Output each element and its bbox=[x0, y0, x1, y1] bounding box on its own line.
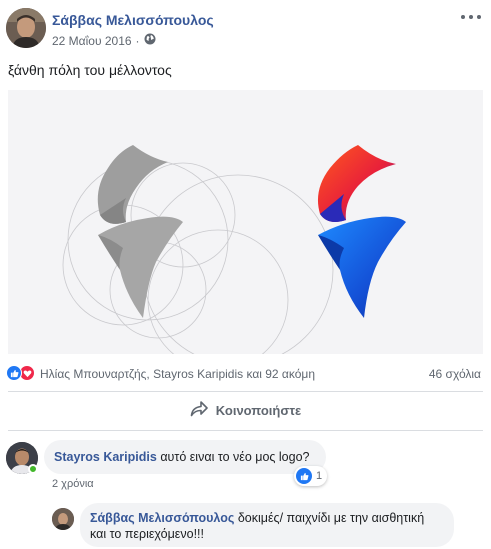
post-author-name[interactable]: Σάββας Μελισσόπουλος bbox=[52, 12, 214, 28]
share-label: Κοινοποιήστε bbox=[215, 402, 302, 418]
reply-text-line2: και το περιεχόμενο!!! bbox=[90, 527, 204, 541]
post-header: Σάββας Μελισσόπουλος 22 Μαΐου 2016 · bbox=[0, 0, 491, 56]
more-options-icon[interactable] bbox=[461, 10, 481, 24]
reply-text-line1: δοκιμές/ παιχνίδι με την αισθητική bbox=[237, 511, 425, 525]
reply-author-avatar[interactable] bbox=[52, 508, 74, 530]
reply-author[interactable]: Σάββας Μελισσόπουλος bbox=[90, 511, 234, 525]
like-reaction-icon bbox=[296, 468, 312, 484]
globe-icon bbox=[144, 33, 156, 48]
reply-bubble: Σάββας Μελισσόπουλος δοκιμές/ παιχνίδι μ… bbox=[80, 503, 454, 547]
online-status-dot bbox=[28, 464, 38, 474]
post-meta: 22 Μαΐου 2016 · bbox=[52, 33, 156, 48]
author-avatar[interactable] bbox=[6, 8, 46, 48]
reactions-bar: Ηλίας Μπουναρτζής, Stayros Karipidis και… bbox=[0, 362, 491, 384]
comment-like-badge[interactable]: 1 bbox=[294, 466, 328, 486]
post-date[interactable]: 22 Μαΐου 2016 bbox=[52, 34, 132, 48]
comment: Stayros Karipidis αυτό ειναι το νέο μος … bbox=[0, 436, 491, 496]
post-text: ξάνθη πόλη του μέλλοντος bbox=[8, 62, 172, 78]
divider bbox=[8, 391, 483, 392]
reaction-icons[interactable] bbox=[6, 365, 38, 381]
comment-text: αυτό ειναι το νέο μος logo? bbox=[160, 450, 310, 464]
like-reaction-icon bbox=[6, 365, 22, 381]
comments-count[interactable]: 46 σχόλια bbox=[429, 367, 481, 381]
meta-separator: · bbox=[135, 33, 140, 48]
comment-author[interactable]: Stayros Karipidis bbox=[54, 450, 157, 464]
comment-like-count: 1 bbox=[316, 470, 323, 482]
share-arrow-icon bbox=[190, 400, 208, 420]
divider bbox=[8, 430, 483, 431]
reply: Σάββας Μελισσόπουλος δοκιμές/ παιχνίδι μ… bbox=[0, 500, 491, 549]
reaction-names[interactable]: Ηλίας Μπουναρτζής, Stayros Karipidis και… bbox=[40, 367, 315, 381]
post-image[interactable] bbox=[8, 90, 483, 354]
comment-bubble: Stayros Karipidis αυτό ειναι το νέο μος … bbox=[44, 440, 326, 474]
comment-timestamp[interactable]: 2 χρόνια bbox=[52, 478, 94, 490]
share-button[interactable]: Κοινοποιήστε bbox=[0, 396, 491, 424]
